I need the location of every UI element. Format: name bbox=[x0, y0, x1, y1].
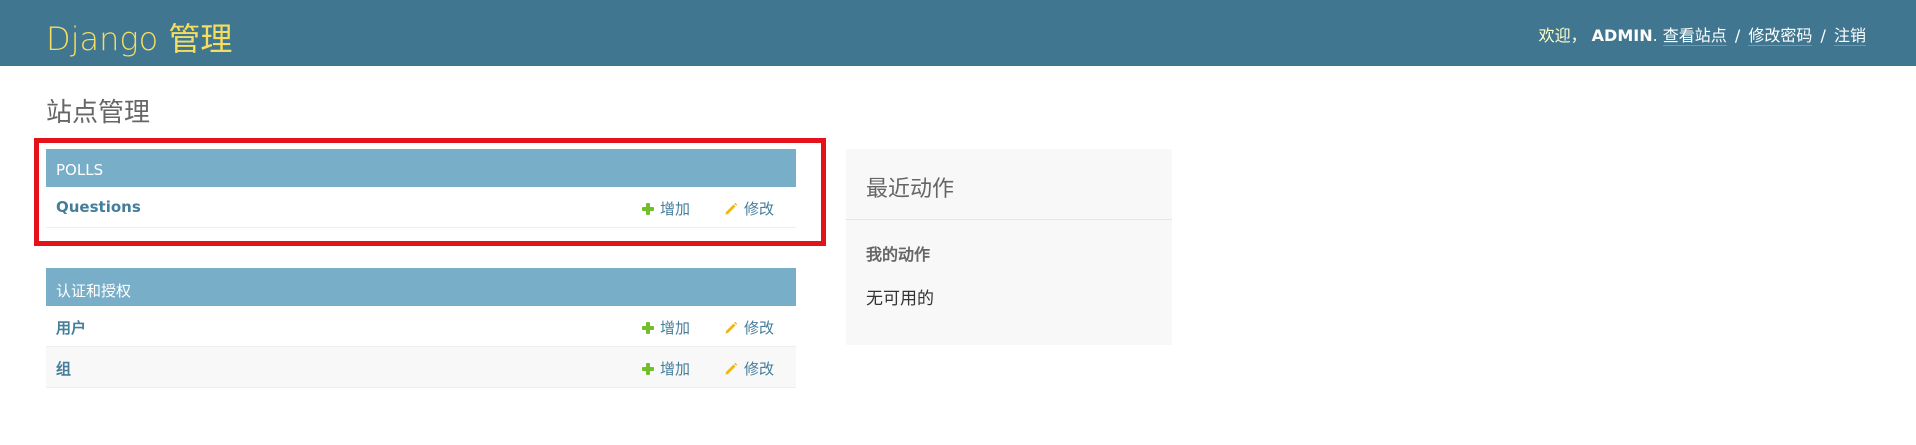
no-actions-text: 无可用的 bbox=[866, 289, 934, 309]
logout-link[interactable]: 注销 bbox=[1833, 26, 1866, 46]
separator: / bbox=[1734, 26, 1741, 45]
change-link[interactable]: 修改 bbox=[724, 317, 774, 338]
dot-separator: . bbox=[1652, 26, 1658, 45]
separator: / bbox=[1820, 26, 1826, 45]
module-auth: 认证和授权 用户 增加 修改 组 增加 修改 bbox=[46, 268, 796, 388]
pencil-icon bbox=[725, 362, 738, 375]
change-label: 修改 bbox=[744, 319, 775, 337]
model-link-groups[interactable]: 组 bbox=[56, 358, 71, 379]
add-link[interactable]: 增加 bbox=[642, 358, 690, 379]
username: ADMIN bbox=[1591, 26, 1653, 45]
pencil-icon bbox=[725, 321, 738, 334]
change-link[interactable]: 修改 bbox=[724, 358, 774, 379]
table-row: 组 增加 修改 bbox=[46, 347, 796, 388]
module-caption[interactable]: 认证和授权 bbox=[46, 268, 796, 306]
welcome-text: 欢迎， bbox=[1538, 26, 1587, 45]
table-row: Questions 增加 修改 bbox=[46, 187, 796, 228]
change-password-link[interactable]: 修改密码 bbox=[1748, 26, 1813, 46]
plus-icon bbox=[642, 363, 654, 375]
add-link[interactable]: 增加 bbox=[642, 317, 690, 338]
recent-actions-title: 最近动作 bbox=[866, 177, 955, 202]
change-label: 修改 bbox=[744, 200, 775, 218]
change-link[interactable]: 修改 bbox=[724, 198, 774, 219]
pencil-icon bbox=[725, 202, 738, 215]
model-link-questions[interactable]: Questions bbox=[56, 198, 141, 216]
divider bbox=[846, 219, 1172, 220]
module-polls: POLLS Questions 增加 修改 bbox=[46, 149, 796, 228]
table-row: 用户 增加 修改 bbox=[46, 306, 796, 347]
module-caption[interactable]: POLLS bbox=[46, 149, 796, 187]
user-tools: 欢迎， ADMIN. 查看站点 / 修改密码 / 注销 bbox=[1539, 22, 1866, 46]
add-label: 增加 bbox=[660, 360, 691, 378]
model-link-users[interactable]: 用户 bbox=[56, 317, 86, 338]
add-label: 增加 bbox=[660, 200, 691, 218]
my-actions-heading: 我的动作 bbox=[866, 245, 931, 264]
add-link[interactable]: 增加 bbox=[642, 198, 690, 219]
recent-actions-panel: 最近动作 我的动作 无可用的 bbox=[846, 149, 1172, 345]
site-brand[interactable]: Django 管理 bbox=[46, 14, 232, 60]
page-title: 站点管理 bbox=[46, 98, 151, 128]
plus-icon bbox=[642, 203, 654, 215]
header-bar: Django 管理 欢迎， ADMIN. 查看站点 / 修改密码 / 注销 bbox=[0, 0, 1916, 66]
plus-icon bbox=[642, 322, 654, 334]
add-label: 增加 bbox=[660, 319, 691, 337]
view-site-link[interactable]: 查看站点 bbox=[1662, 26, 1727, 46]
change-label: 修改 bbox=[744, 360, 775, 378]
